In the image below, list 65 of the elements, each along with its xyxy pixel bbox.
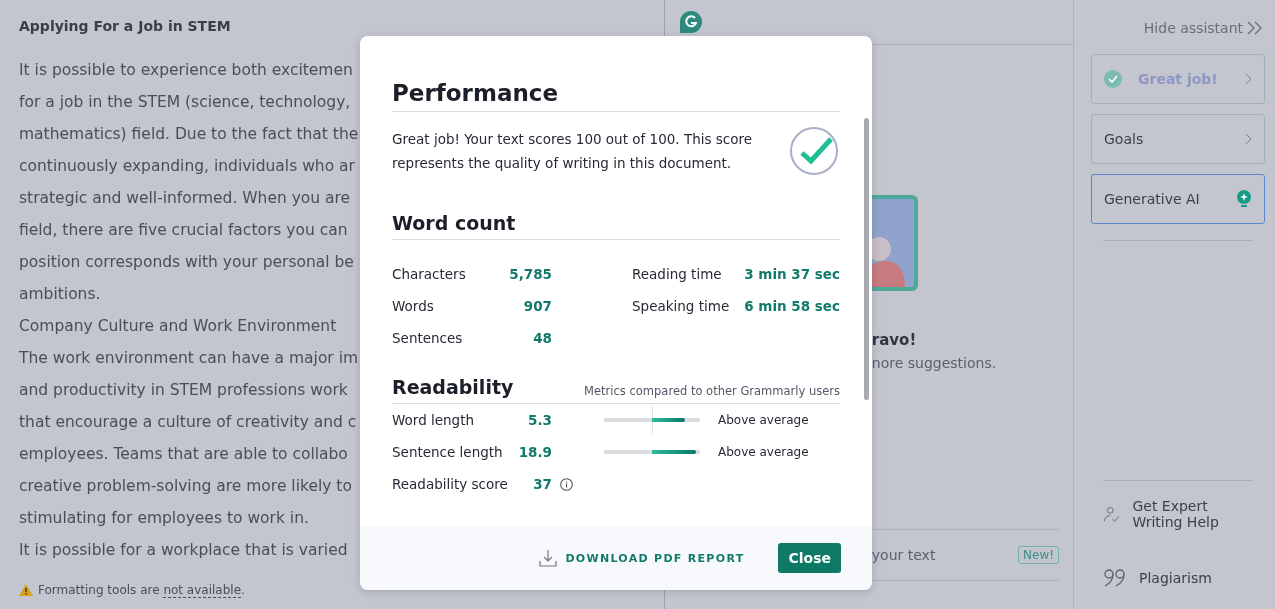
metric-label: Sentence length [392,444,503,460]
formatting-notice: Formatting tools are not available. [38,583,245,597]
lightbulb-icon [1236,189,1252,209]
stat-value: 5,785 [509,266,552,282]
sidebar-tool[interactable]: Get Expert Writing Help [1091,481,1265,547]
chevron-right-icon [1245,73,1252,85]
document-text-line: that encourage a culture of creativity and c [19,412,357,433]
download-report-button[interactable]: DOWNLOAD PDF REPORT [539,549,745,567]
document-text-line: It is possible to experience both excitemen [19,60,353,81]
document-text-line: employees. Teams that are able to collabo [19,444,348,465]
stat-label: Sentences [392,330,463,346]
document-text-line: field, there are five crucial factors you can [19,220,348,241]
metric-value: 5.3 [528,412,552,428]
check-circle-icon [790,126,840,176]
metrics-note: Metrics compared to other Grammarly users [584,384,840,398]
stat-label: Reading time [632,266,722,282]
check-circle-icon [1104,70,1122,88]
close-button[interactable]: Close [778,543,841,573]
info-icon[interactable] [560,477,573,491]
suggestions-text: nore suggestions. [871,355,998,371]
stat-label: Words [392,298,434,314]
document-text-line: for a job in the STEM (science, technology, [19,92,351,113]
stat-value: 48 [533,330,552,346]
logo-icon [679,11,702,33]
document-text-line: continuously expanding, individuals who ar [19,156,355,177]
document-text-line: stimulating for employees to work in. [19,508,309,529]
document-text-line: The work environment can have a major im [19,348,359,369]
chevron-right-icon [1245,133,1252,145]
document-text-line: ambitions. [19,284,101,305]
quote-icon [1103,568,1127,588]
sidebar-tool[interactable]: Plagiarism [1091,547,1265,609]
score-summary: Great job! Your text scores 100 out of 100. This score represents the quality of writing in this document. [392,130,754,173]
stat-value: 6 min 58 sec [744,298,840,314]
section-title: Word count [392,212,516,234]
document-text-line: mathematics) field. Due to the fact that the [19,124,359,145]
bravo-heading: ravo! [871,331,918,349]
prompt-hint: your text [871,547,936,563]
document-title: Applying For a Job in STEM [19,18,232,36]
document-text-line: strategic and well-informed. When you are [19,188,351,209]
stat-label: Characters [392,266,466,282]
not-available-link[interactable]: not available [163,583,242,598]
sidebar-card[interactable]: Goals [1091,114,1265,164]
double-chevron-icon [1247,21,1263,35]
stat-value: 3 min 37 sec [744,266,840,282]
new-badge: New! [1018,546,1059,564]
document-text-line: position corresponds with your personal be [19,252,354,273]
hide-assistant-button[interactable]: Hide assistant [1143,20,1263,36]
metric-label: Readability score [392,476,508,492]
dialog-title: Performance [392,80,559,106]
section-title: Readability [392,376,514,398]
document-text-line: creative problem-solving are more likely to [19,476,352,497]
document-text-line: It is possible for a workplace that is varied [19,540,348,561]
stat-label: Speaking time [632,298,730,314]
warning-icon [19,584,33,596]
metric-rating: Above average [718,413,809,427]
stat-value: 907 [523,298,552,314]
scrollbar[interactable] [864,118,869,400]
metric-label: Word length [392,412,475,428]
download-icon [539,549,558,567]
sidebar-card[interactable]: Generative AI [1091,174,1265,224]
metric-value: 37 [533,476,552,492]
metric-value: 18.9 [518,444,552,460]
document-text-line: Company Culture and Work Environment [19,316,337,337]
metric-rating: Above average [718,445,809,459]
document-text-line: and productivity in STEM professions work [19,380,348,401]
